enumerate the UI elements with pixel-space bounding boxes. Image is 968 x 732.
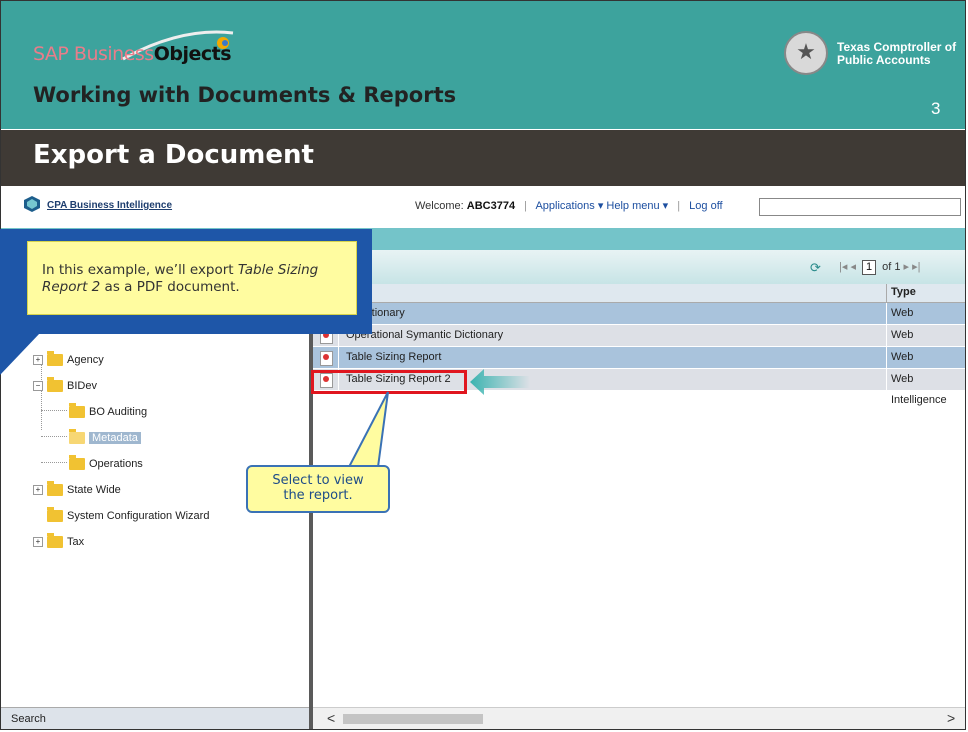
welcome-label: Welcome: (415, 200, 464, 212)
refresh-icon[interactable]: ⟳ (810, 260, 821, 276)
scroll-left-icon[interactable]: < (327, 710, 335, 726)
slide-banner: SAP BusinessObjects Working with Documen… (1, 1, 965, 129)
column-divider (886, 347, 887, 368)
app-name-link[interactable]: CPA Business Intelligence (47, 200, 172, 211)
tree-line (41, 436, 67, 437)
tree-item-label: State Wide (67, 484, 121, 496)
folder-icon (47, 377, 63, 393)
collapse-icon[interactable]: − (33, 381, 43, 392)
tree-item-operations[interactable]: Operations (69, 455, 143, 472)
callout-text-before: In this example, we’ll export (42, 262, 238, 278)
tree-line (41, 360, 42, 430)
webi-document-icon (320, 351, 333, 366)
first-page-icon[interactable]: |◂ (839, 261, 847, 273)
divider: | (524, 200, 527, 212)
log-off-link[interactable]: Log off (689, 200, 722, 212)
column-divider (886, 325, 887, 346)
banner-subtitle: Working with Documents & Reports (33, 83, 457, 107)
next-page-icon[interactable]: ▸ (904, 261, 910, 273)
column-divider (886, 303, 887, 324)
folder-icon (47, 507, 63, 523)
callout-text-after: as a PDF document. (100, 279, 240, 295)
pointer-arrow-icon (470, 369, 530, 395)
list-header: Type (313, 284, 965, 303)
list-row[interactable]: Operational Symantic Dictionary Web Inte… (313, 325, 965, 362)
search-input[interactable] (759, 198, 961, 216)
folder-icon (69, 455, 85, 471)
tree-item-system-configuration-wizard[interactable]: System Configuration Wizard (47, 507, 210, 524)
tree-item-agency[interactable]: + Agency (33, 351, 104, 368)
page-title: Export a Document (33, 140, 314, 170)
title-bar: Export a Document (1, 130, 965, 186)
callout-backdrop-tail (0, 333, 40, 375)
tree-line (41, 410, 67, 411)
list-row[interactable]: Table Sizing Report Web Intelligence (313, 347, 965, 384)
tree-item-label: BO Auditing (89, 406, 148, 418)
folder-icon (47, 533, 63, 549)
last-page-icon[interactable]: ▸| (912, 261, 920, 273)
expand-icon[interactable]: + (33, 537, 43, 548)
column-divider (886, 369, 887, 390)
expand-icon[interactable]: + (33, 485, 43, 496)
column-header-type[interactable]: Type (891, 286, 916, 298)
bi-logo-icon (24, 196, 40, 212)
prev-page-icon[interactable]: ◂ (850, 261, 856, 273)
tree-item-label: System Configuration Wizard (67, 510, 210, 522)
scrollbar-thumb[interactable] (343, 714, 483, 724)
org-name: Texas Comptroller of Public Accounts (837, 41, 956, 67)
help-menu[interactable]: Help menu ▾ (606, 200, 668, 212)
tree-item-bo-auditing[interactable]: BO Auditing (69, 403, 148, 420)
select-callout-line1: Select to view (272, 473, 364, 488)
org-line2: Public Accounts (837, 53, 931, 67)
tree-item-label: Agency (67, 354, 104, 366)
search-tab[interactable]: Search (1, 707, 309, 729)
column-divider (886, 284, 887, 302)
folder-icon (69, 403, 85, 419)
list-row[interactable]: A Dictionary Web Intelligence (313, 303, 965, 340)
tree-item-tax[interactable]: + Tax (33, 533, 85, 550)
instruction-callout: In this example, we’ll export Table Sizi… (27, 241, 357, 315)
page-total: of 1 (882, 261, 901, 273)
tree-item-bidev[interactable]: − BIDev (33, 377, 97, 394)
folder-open-icon (69, 429, 85, 445)
document-name[interactable]: Table Sizing Report (346, 347, 441, 368)
list-toolbar: ⟳ |◂ ◂ 1 of 1 ▸ ▸| (313, 250, 965, 285)
horizontal-scrollbar[interactable]: < > (313, 707, 965, 729)
folder-icon (47, 481, 63, 497)
folder-icon (47, 351, 63, 367)
tree-line (41, 462, 67, 463)
brand-part1: SAP Business (33, 43, 154, 65)
divider: | (677, 200, 681, 212)
tree-item-label: Operations (89, 458, 143, 470)
tree-item-label: Metadata (89, 432, 141, 444)
user-name: ABC3774 (466, 200, 516, 212)
column-divider (338, 347, 339, 368)
app-topbar: CPA Business Intelligence Welcome: ABC37… (1, 188, 965, 229)
highlight-box (311, 370, 467, 394)
page-number-input[interactable]: 1 (862, 260, 877, 275)
sap-businessobjects-logo: SAP BusinessObjects (33, 43, 232, 65)
applications-menu[interactable]: Applications ▾ (535, 200, 603, 212)
pager: |◂ ◂ 1 of 1 ▸ ▸| (839, 260, 921, 275)
scroll-right-icon[interactable]: > (947, 710, 955, 726)
texas-seal-icon (784, 31, 828, 75)
tree-item-label: BIDev (67, 380, 97, 392)
select-callout-line2: the report. (283, 488, 353, 503)
welcome-bar: Welcome: ABC3774 | Applications ▾ Help m… (415, 199, 723, 212)
tree-item-metadata[interactable]: Metadata (69, 429, 141, 446)
document-type: Web Intelligence (891, 373, 947, 406)
document-list-panel: ⟳ |◂ ◂ 1 of 1 ▸ ▸| Type A Dictionary Web… (313, 250, 965, 729)
tree-item-label: Tax (67, 536, 85, 548)
brand-part2: Objects (153, 43, 232, 65)
select-callout: Select to view the report. (246, 465, 390, 513)
tree-item-state-wide[interactable]: + State Wide (33, 481, 121, 498)
slide-page-number: 3 (931, 99, 941, 118)
